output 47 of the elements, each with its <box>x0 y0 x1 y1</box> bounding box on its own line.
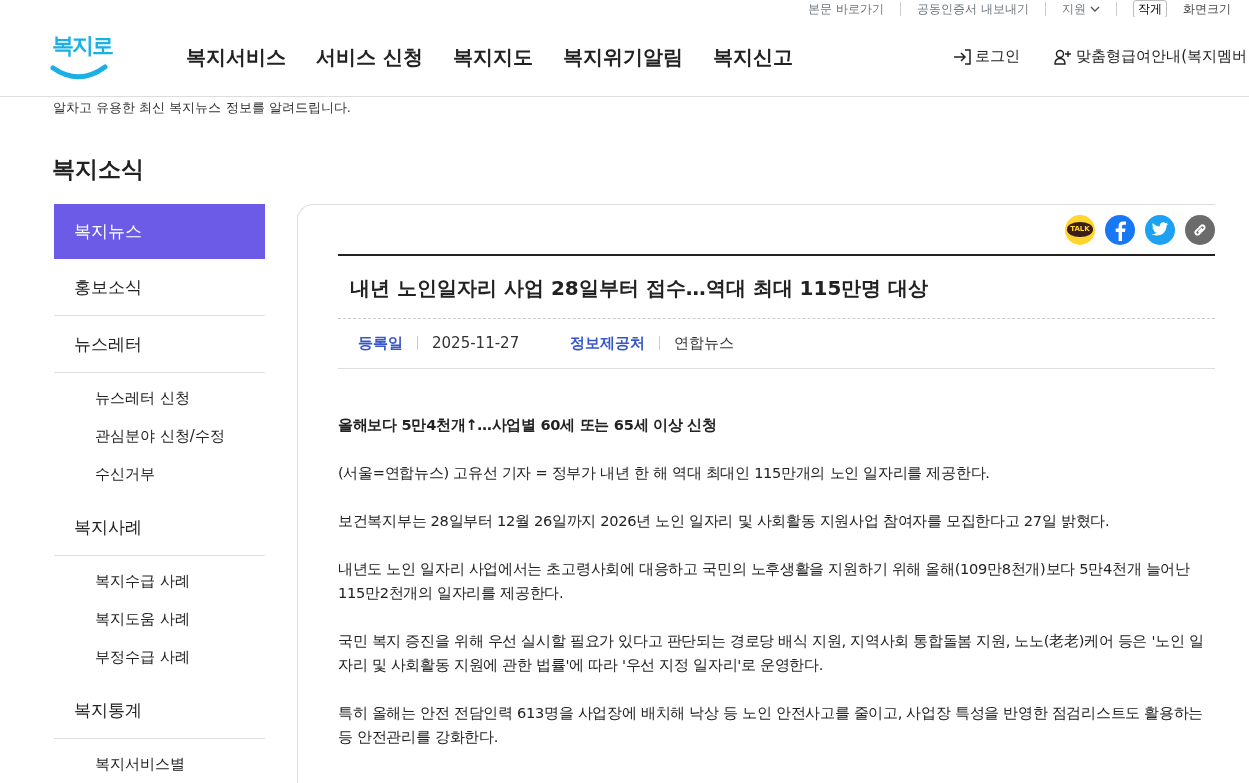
sidebar-subitem[interactable]: 뉴스레터 신청 <box>54 378 265 417</box>
sidebar-subitem[interactable]: 수신거부 <box>54 454 265 493</box>
link-copy-button[interactable] <box>1185 214 1215 245</box>
sidebar-subitem[interactable]: 부정수급 사례 <box>54 637 265 676</box>
nav-link[interactable]: 복지지도 <box>452 41 533 72</box>
nav-link[interactable]: 복지위기알림 <box>562 41 683 72</box>
article-paragraph: 내년도 노인 일자리 사업에서는 초고령사회에 대응하고 국민의 노후생활을 지원하기 위해 올해(109만8천개)보다 5만4천개 늘어난 115만2천개의 일자리를 제공한다. <box>338 558 1191 603</box>
utility-link[interactable]: 본문 바로가기 <box>808 1 884 17</box>
smile-icon <box>50 63 108 80</box>
article-paragraph: 국민 복지 증진을 위해 우선 실시할 필요가 있다고 판단되는 경로당 배식 지원, 지역사회 통합돌봄 지원, 노노(老老)케어 등은 '노인 일자리 및 사회활동 지원에 관한 법률'에 따라 '우선 지정 일자리'로 운영한다. <box>338 630 1205 675</box>
meta-label: 정보제공처 <box>570 336 660 351</box>
twitter-share-button[interactable] <box>1145 214 1175 245</box>
sidebar-subitem[interactable]: 복지서비스별 <box>54 744 265 783</box>
nav-link[interactable]: 복지서비스 <box>186 41 286 72</box>
sidebar-subitem[interactable]: 복지수급 사례 <box>54 561 265 600</box>
sidebar-subitem[interactable]: 관심분야 신청/수정 <box>54 416 265 455</box>
intro-text: 알차고 유용한 최신 복지뉴스 정보를 알려드립니다. <box>53 100 352 116</box>
article-title: 내년 노인일자리 사업 28일부터 접수…역대 최대 115만명 대상 <box>338 253 1215 319</box>
sidebar-item[interactable]: 복지사례 <box>54 498 265 556</box>
sidebar-item[interactable]: 뉴스레터 <box>54 315 265 373</box>
login-icon <box>953 48 972 65</box>
meta-value: 연합뉴스 <box>674 332 735 354</box>
page-title: 복지소식 <box>52 156 145 184</box>
meta-label: 등록일 <box>358 336 418 351</box>
bird-icon <box>1151 222 1169 238</box>
text-size-button[interactable]: 작게 <box>1132 0 1167 18</box>
membership-link[interactable]: 맞춤형급여안내(복지멤버 <box>1054 45 1247 68</box>
language-dropdown[interactable]: 지원 <box>1061 1 1100 17</box>
link-icon <box>1192 221 1208 238</box>
text-size-label: 화면크기 <box>1182 1 1231 17</box>
add-user-icon <box>1054 48 1073 65</box>
article-paragraph: (서울=연합뉴스) 고유선 기자 = 정부가 내년 한 해 역대 최대인 115만개의 노인 일자리를 제공한다. <box>338 462 991 483</box>
login-link[interactable]: 로그인 <box>953 45 1021 68</box>
utility-link[interactable]: 공동인증서 내보내기 <box>916 1 1029 17</box>
sidebar-item[interactable]: 홍보소식 <box>54 258 265 316</box>
facebook-share-button[interactable] <box>1105 214 1135 245</box>
facebook-icon <box>1113 218 1127 241</box>
article-paragraph: 보건복지부는 28일부터 12월 26일까지 2026년 노인 일자리 및 사회활동 지원사업 참여자를 모집한다고 27일 밝혔다. <box>338 510 1111 531</box>
sidebar-item[interactable]: 복지뉴스 <box>54 203 265 259</box>
nav-link[interactable]: 복지신고 <box>712 41 793 72</box>
article-subheading: 올해보다 5만4천개↑…사업별 60세 또는 65세 이상 신청 <box>338 414 718 435</box>
caret-icon <box>1089 6 1100 12</box>
nav-link[interactable]: 서비스 신청 <box>316 41 423 72</box>
sidebar-subitem[interactable]: 복지도움 사례 <box>54 599 265 638</box>
article-paragraph: 특히 올해는 안전 전담인력 613명을 사업장에 배치해 낙상 등 노인 안전사고를 줄이고, 사업장 특성을 반영한 점검리스트도 활용하는 등 안전관리를 강화한다. <box>338 702 1205 747</box>
sidebar-item[interactable]: 복지통계 <box>54 681 265 739</box>
meta-value: 2025-11-27 <box>432 332 521 354</box>
